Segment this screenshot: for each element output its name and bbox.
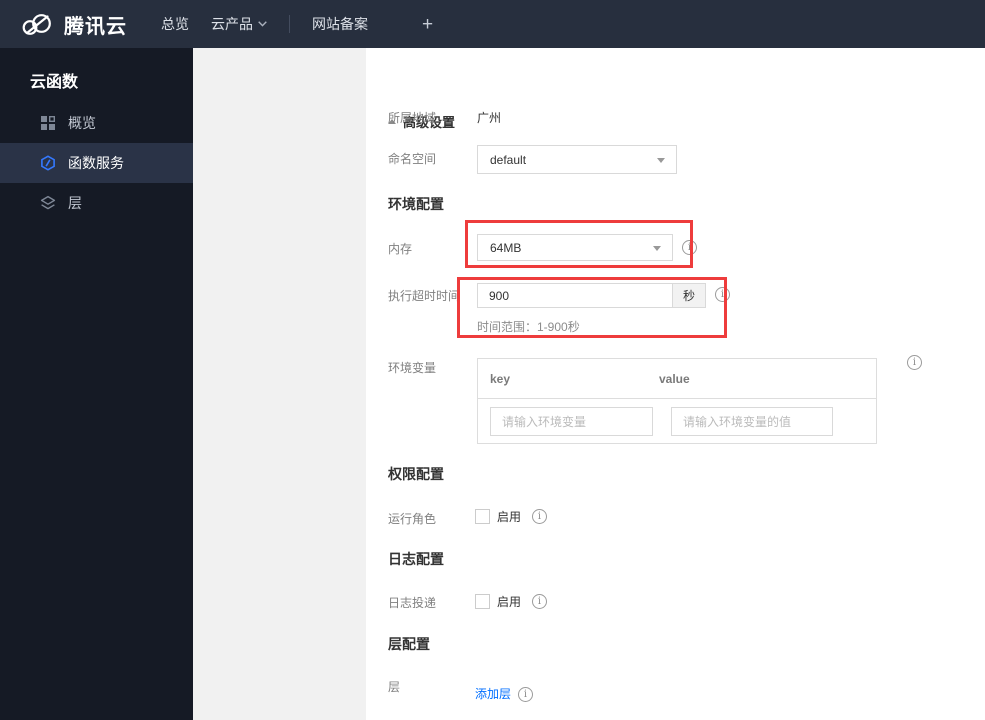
chevron-down-icon	[258, 21, 267, 27]
namespace-selected-value: default	[490, 152, 527, 167]
envvars-label: 环境变量	[388, 361, 437, 375]
timeout-unit-addon: 秒	[672, 283, 706, 308]
section-env-config: 环境配置	[388, 196, 444, 212]
scf-hexagon-icon	[41, 155, 55, 171]
layer-label: 层	[388, 680, 401, 694]
grid-icon	[41, 116, 55, 130]
topbar: 腾讯云 总览 云产品 网站备案 +	[0, 0, 985, 48]
nav-cloud-products[interactable]: 云产品	[211, 14, 267, 34]
add-layer-link[interactable]: 添加层	[475, 687, 511, 701]
layers-icon	[40, 195, 56, 210]
brand[interactable]: 腾讯云	[18, 10, 127, 39]
timeout-label: 执行超时时间	[388, 289, 461, 303]
namespace-label: 命名空间	[388, 152, 437, 166]
caret-down-icon	[653, 245, 661, 251]
envvar-value-input[interactable]	[671, 407, 833, 436]
timeout-hint: 时间范围：1-900秒	[477, 320, 580, 334]
section-permission-config: 权限配置	[388, 466, 444, 482]
envvar-key-input[interactable]	[490, 407, 653, 436]
section-log-config: 日志配置	[388, 551, 444, 567]
tencent-cloud-logo-icon	[22, 14, 51, 35]
nav-overview[interactable]: 总览	[161, 14, 189, 34]
timeout-input-group: 秒	[477, 283, 706, 308]
region-value: 广州	[477, 111, 502, 125]
brand-name: 腾讯云	[64, 15, 127, 38]
runrole-enable-label: 启用	[497, 510, 522, 524]
logship-enable-label: 启用	[497, 595, 522, 609]
form-panel: 高级设置 所属地域 广州 命名空间 default 环境配置 内存 64MB 执…	[366, 48, 985, 720]
nav-divider	[289, 15, 290, 33]
sidebar-item-layers[interactable]: 层	[0, 183, 193, 223]
runrole-checkbox[interactable]	[475, 509, 490, 524]
envvars-table: key value	[477, 358, 877, 444]
sidebar: 云函数 概览 函数服务 层	[0, 48, 193, 720]
sidebar-item-overview[interactable]: 概览	[0, 103, 193, 143]
timeout-info-icon[interactable]	[715, 287, 730, 302]
memory-label: 内存	[388, 242, 413, 256]
sidebar-menu: 概览 函数服务 层	[0, 103, 193, 223]
sidebar-item-label: 概览	[68, 115, 96, 131]
section-layer-config: 层配置	[388, 636, 430, 652]
namespace-select[interactable]: default	[477, 145, 677, 174]
logship-info-icon[interactable]	[532, 594, 547, 609]
runrole-label: 运行角色	[388, 512, 437, 526]
app-root: 腾讯云 总览 云产品 网站备案 + 云函数 概览 函数服务 层 高级设置 所属地…	[0, 0, 985, 720]
nav-cloud-products-label: 云产品	[211, 16, 253, 32]
envvars-table-row	[478, 399, 876, 444]
sidebar-item-label: 函数服务	[68, 155, 124, 171]
add-product-tab-button[interactable]: +	[422, 15, 433, 34]
envvar-key-header: key	[490, 371, 511, 386]
region-label: 所属地域	[388, 111, 437, 125]
sidebar-title: 云函数	[30, 74, 79, 91]
envvars-info-icon[interactable]	[907, 355, 922, 370]
top-navigation: 总览 云产品 网站备案 +	[161, 14, 433, 34]
sidebar-item-label: 层	[68, 195, 82, 211]
sidebar-item-function-service[interactable]: 函数服务	[0, 143, 193, 183]
caret-down-icon	[657, 157, 665, 163]
timeout-input[interactable]	[477, 283, 673, 308]
memory-select[interactable]: 64MB	[477, 234, 673, 261]
logship-label: 日志投递	[388, 596, 437, 610]
runrole-info-icon[interactable]	[532, 509, 547, 524]
envvar-value-header: value	[659, 371, 690, 386]
layer-info-icon[interactable]	[518, 687, 533, 702]
memory-selected-value: 64MB	[490, 240, 522, 255]
content-area: 高级设置 所属地域 广州 命名空间 default 环境配置 内存 64MB 执…	[193, 48, 985, 720]
logship-checkbox[interactable]	[475, 594, 490, 609]
envvars-table-header: key value	[478, 359, 876, 399]
memory-info-icon[interactable]	[682, 240, 697, 255]
nav-website-record[interactable]: 网站备案	[312, 14, 368, 34]
